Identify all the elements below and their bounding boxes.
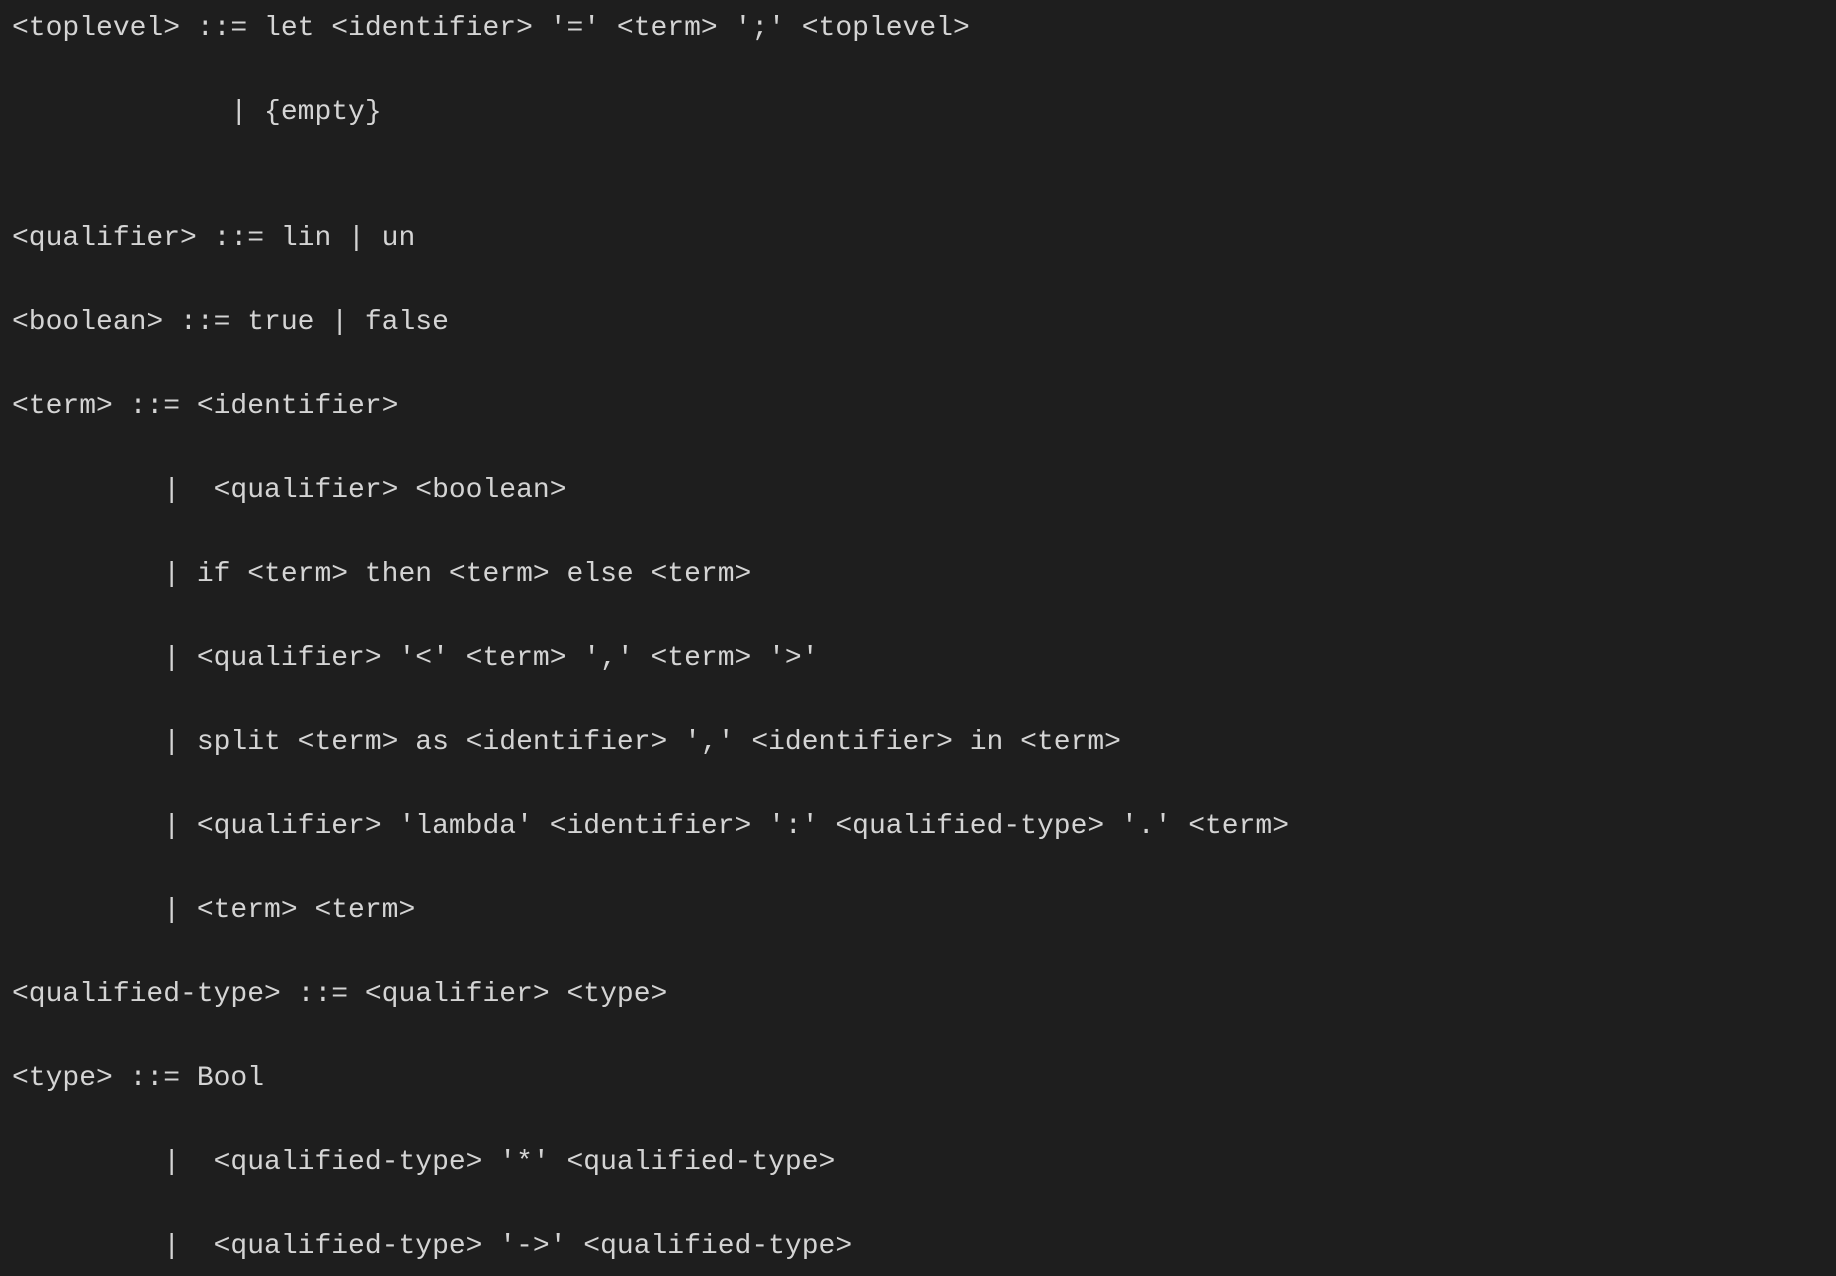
grammar-line: | <qualifier> '<' <term> ',' <term> '>' (12, 638, 1824, 680)
grammar-line: | split <term> as <identifier> ',' <iden… (12, 722, 1824, 764)
grammar-line: <qualifier> ::= lin | un (12, 218, 1824, 260)
grammar-line: <boolean> ::= true | false (12, 302, 1824, 344)
grammar-line: | if <term> then <term> else <term> (12, 554, 1824, 596)
grammar-line: | <qualifier> <boolean> (12, 470, 1824, 512)
grammar-line: <term> ::= <identifier> (12, 386, 1824, 428)
grammar-line: | {empty} (12, 92, 1824, 134)
grammar-line: <toplevel> ::= let <identifier> '=' <ter… (12, 8, 1824, 50)
grammar-line: | <qualified-type> '->' <qualified-type> (12, 1226, 1824, 1268)
grammar-line: <qualified-type> ::= <qualifier> <type> (12, 974, 1824, 1016)
grammar-line: | <term> <term> (12, 890, 1824, 932)
grammar-line: | <qualified-type> '*' <qualified-type> (12, 1142, 1824, 1184)
grammar-line: <type> ::= Bool (12, 1058, 1824, 1100)
grammar-line: | <qualifier> 'lambda' <identifier> ':' … (12, 806, 1824, 848)
grammar-block: <toplevel> ::= let <identifier> '=' <ter… (0, 0, 1836, 1276)
